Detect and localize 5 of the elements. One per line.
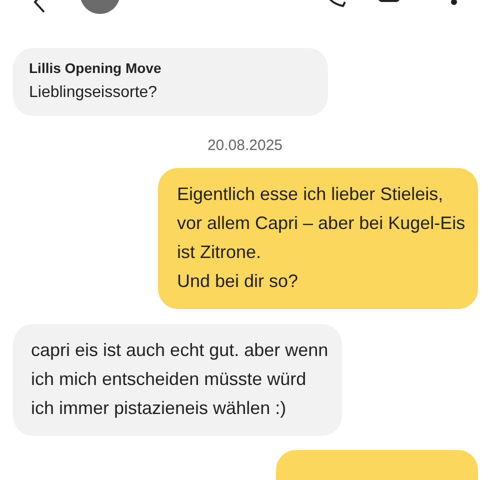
date-label: 20.08.2025 <box>207 136 283 156</box>
message-text: Lieblingseissorte? <box>29 83 158 103</box>
opening-move-title: Lillis Opening Move <box>29 59 162 78</box>
message-text: Eigentlich esse ich lieber Stieleis, vor allem Capri – aber bei Kugel-Eis ist Zitrone. Und bei dir so? <box>177 183 466 293</box>
message-text: capri eis ist auch echt gut. aber wenn ich mich entscheiden müsste würd ich immer pistazieneis wählen :) <box>31 339 330 420</box>
